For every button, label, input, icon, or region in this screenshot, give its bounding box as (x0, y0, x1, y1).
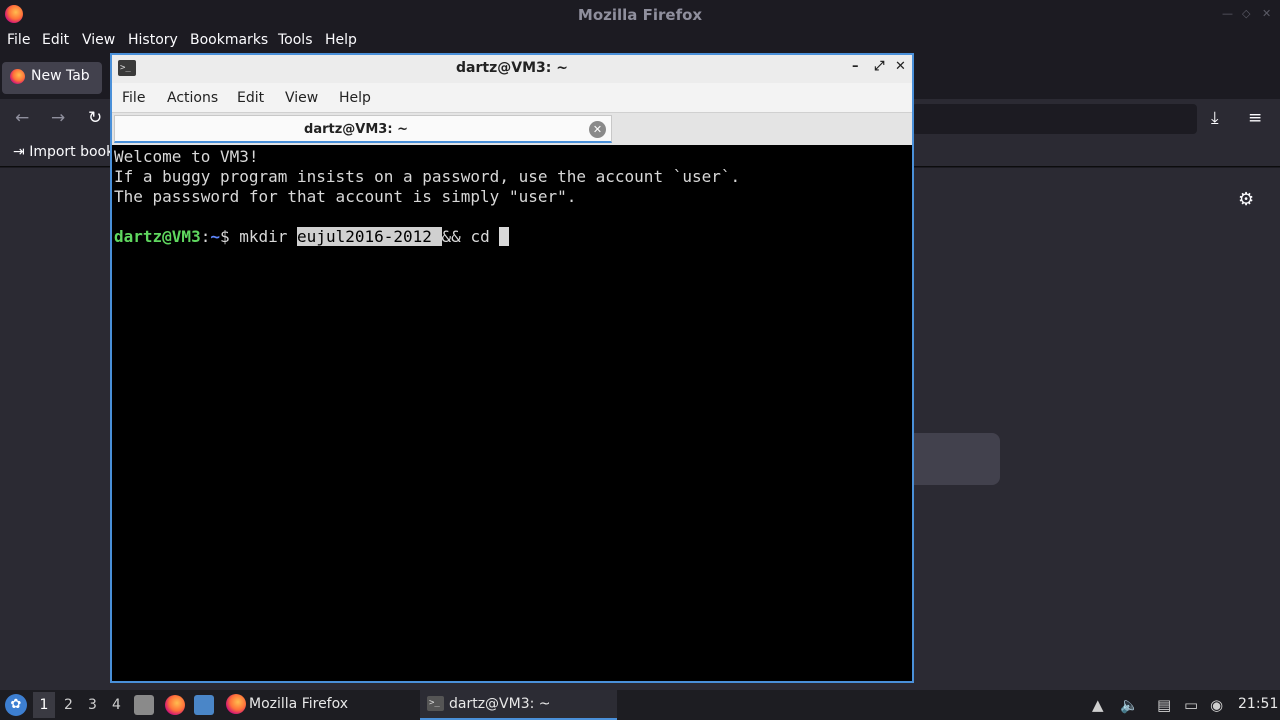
menu-view[interactable]: View (82, 32, 115, 48)
terminal-window-title: dartz@VM3: ~ (456, 60, 568, 76)
tray-expand-icon[interactable]: ▲ (1092, 696, 1104, 714)
workspace-2[interactable]: 2 (64, 697, 73, 713)
volume-icon[interactable]: 🔈 (1120, 696, 1139, 714)
text-cursor (499, 227, 509, 246)
import-bookmarks-button[interactable]: ⇥ Import book (13, 144, 114, 160)
file-manager-icon[interactable] (134, 695, 154, 715)
menu-edit[interactable]: Edit (42, 32, 69, 48)
menu-bookmarks[interactable]: Bookmarks (190, 32, 268, 48)
back-icon[interactable]: ← (15, 108, 29, 128)
menu-history[interactable]: History (128, 32, 178, 48)
firefox-window-title: Mozilla Firefox (577, 6, 703, 24)
term-menu-file[interactable]: File (122, 90, 145, 106)
url-bar[interactable] (912, 104, 1197, 134)
terminal-titlebar[interactable]: >_ dartz@VM3: ~ – ⤢ ✕ (112, 55, 912, 83)
clipboard-icon[interactable]: ▤ (1157, 696, 1171, 714)
network-icon[interactable]: ▭ (1184, 696, 1198, 714)
maximize-icon[interactable]: ⤢ (874, 59, 884, 74)
terminal-tab[interactable]: dartz@VM3: ~ ✕ (114, 115, 612, 143)
hamburger-menu-icon[interactable]: ≡ (1248, 108, 1262, 128)
firefox-launcher-icon[interactable] (165, 695, 185, 715)
selected-text[interactable]: eujul2016-2012 (297, 227, 442, 246)
import-bookmarks-label: Import book (29, 144, 115, 160)
terminal-tabbar: dartz@VM3: ~ ✕ (112, 113, 912, 145)
task-terminal[interactable]: dartz@VM3: ~ (449, 696, 551, 712)
terminal-line: If a buggy program insists on a password… (114, 167, 741, 186)
term-menu-view[interactable]: View (285, 90, 318, 106)
downloads-icon[interactable]: ⤓ (1211, 108, 1219, 128)
workspace-4[interactable]: 4 (112, 697, 121, 713)
close-icon[interactable]: ✕ (1262, 7, 1271, 20)
forward-icon[interactable]: → (51, 108, 65, 128)
task-firefox[interactable]: Mozilla Firefox (249, 696, 348, 712)
menu-tools[interactable]: Tools (278, 32, 313, 48)
terminal-window: >_ dartz@VM3: ~ – ⤢ ✕ File Actions Edit … (110, 53, 914, 683)
start-menu-icon[interactable]: ✿ (5, 694, 27, 716)
terminal-output[interactable]: Welcome to VM3! If a buggy program insist… (114, 147, 910, 681)
import-icon: ⇥ (13, 144, 25, 160)
firefox-tab-icon (10, 69, 25, 84)
menu-file[interactable]: File (7, 32, 30, 48)
command-before-selection: mkdir (239, 227, 298, 246)
terminal-menubar (112, 83, 912, 113)
terminal-task-icon: >_ (427, 696, 444, 711)
gear-icon[interactable]: ⚙ (1238, 189, 1254, 210)
prompt-path: ~ (210, 227, 220, 246)
maximize-icon[interactable]: ◇ (1242, 7, 1250, 20)
workspace-1[interactable]: 1 (33, 692, 55, 718)
minimize-icon[interactable]: – (852, 59, 859, 74)
close-tab-icon[interactable]: ✕ (589, 121, 606, 138)
show-desktop-icon[interactable] (194, 695, 214, 715)
firefox-task-icon (226, 694, 246, 714)
terminal-line: The passsword for that account is simply… (114, 187, 577, 206)
taskbar (0, 690, 1280, 720)
clock: 21:51 (1238, 696, 1279, 712)
minimize-icon[interactable]: — (1222, 7, 1233, 20)
term-menu-edit[interactable]: Edit (237, 90, 264, 106)
terminal-line: Welcome to VM3! (114, 147, 259, 166)
terminal-tab-label: dartz@VM3: ~ (304, 122, 408, 137)
prompt-user-host: dartz@VM3 (114, 227, 201, 246)
prompt-symbol: $ (219, 227, 240, 246)
notification-icon[interactable]: ◉ (1210, 696, 1223, 714)
tab-label: New Tab (31, 68, 90, 84)
terminal-prompt-line: dartz@VM3:~$ mkdir eujul2016-2012 && cd (114, 227, 910, 247)
command-after-selection: && cd (441, 227, 500, 246)
close-icon[interactable]: ✕ (895, 59, 906, 74)
workspace-3[interactable]: 3 (88, 697, 97, 713)
prompt-separator: : (200, 227, 211, 246)
menu-help[interactable]: Help (325, 32, 357, 48)
reload-icon[interactable]: ↻ (88, 108, 102, 128)
term-menu-help[interactable]: Help (339, 90, 371, 106)
term-menu-actions[interactable]: Actions (167, 90, 218, 106)
newtab-search-box[interactable] (900, 433, 1000, 485)
